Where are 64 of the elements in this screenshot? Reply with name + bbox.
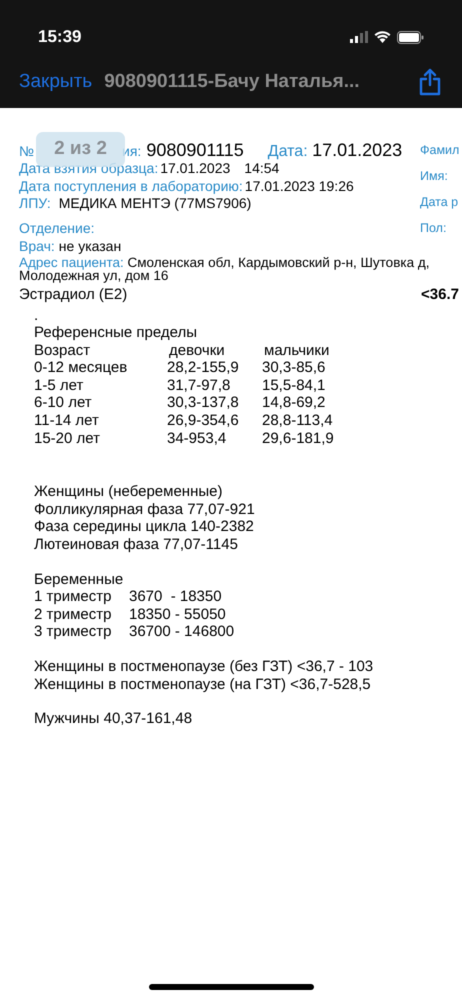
order-label-end: ия:: [122, 143, 142, 160]
table-cell-text: 2 триместр: [34, 606, 112, 624]
date-value: 17.01.2023: [312, 142, 402, 159]
wifi-icon: [374, 31, 391, 43]
battery-icon: [397, 30, 424, 44]
table-cell-text: 3670 - 18350: [129, 588, 223, 606]
table-cell-text: 29,6-181,9: [262, 430, 335, 448]
table-cell-text: 28,8-113,4: [262, 412, 334, 430]
table-cell-text: 31,7-97,8: [167, 376, 232, 394]
page-indicator: 2 из 2: [36, 132, 125, 167]
status-time: 15:39: [38, 26, 82, 48]
share-button[interactable]: [417, 67, 443, 97]
patient-address: Адрес пациента: Смоленская обл, Кардымовский р-н, Шутовка д, Молодежная ул, дом 16: [19, 255, 430, 283]
table-cell-text: 28,2-155,9: [167, 359, 240, 377]
test-name: Эстрадиол (Е2): [19, 285, 128, 305]
table-cell-text: 1 триместр: [34, 588, 112, 606]
doctor-label: Врач:: [19, 238, 55, 255]
date-label: Дата:: [268, 143, 309, 160]
patient-field-label: Фамил: [420, 142, 460, 159]
reference-title: Референсные пределы: [34, 324, 198, 342]
column-header: Возраст: [34, 342, 92, 360]
sample-date: 17.01.2023: [160, 160, 230, 177]
table-cell-text: 30,3-85,6: [262, 359, 326, 377]
column-header: мальчики: [263, 342, 330, 360]
patient-field-label: Дата р: [420, 194, 460, 211]
table-cell-text: 15,5-84,1: [262, 376, 326, 394]
lpu-label: ЛПУ:: [19, 195, 51, 212]
reference-line: Лютеиновая фаза 77,07-1145: [34, 536, 239, 554]
table-cell-text: 14,8-69,2: [262, 394, 326, 412]
department-label: Отделение:: [19, 220, 95, 236]
lab-date-label: Дата поступления в лабораторию:: [19, 178, 243, 195]
order-label-start: №: [19, 143, 34, 160]
table-cell-text: 34-953,4: [167, 430, 228, 448]
table-cell-text: 36700 - 146800: [129, 623, 236, 641]
reference-line: Фаза середины цикла 140-2382: [34, 518, 255, 536]
reference-line: Мужчины 40,37-161,48: [34, 710, 194, 728]
table-cell-text: 30,3-137,8: [167, 394, 240, 412]
lpu-value: МЕДИКА МЕНТЭ (77MS7906): [58, 195, 252, 212]
test-result: <36.7: [421, 285, 459, 305]
column-header: девочки: [168, 342, 226, 360]
signal-icon: [350, 31, 368, 43]
table-cell-text: 0-12 месяцев: [34, 359, 128, 377]
document-title: 9080901115-Бачу Наталья...: [104, 70, 361, 94]
table-cell-text: 11-14 лет: [34, 412, 100, 430]
close-button[interactable]: Закрыть: [19, 68, 92, 96]
reference-line: Женщины (небеременные): [34, 483, 224, 501]
patient-field-label: Пол:: [420, 220, 448, 237]
table-cell-text: 15-20 лет: [34, 430, 101, 448]
doctor-value: не указан: [58, 238, 122, 255]
table-cell-text: 6-10 лет: [34, 394, 93, 412]
reference-line: Женщины в постменопаузе (без ГЗТ) <36,7 - 103: [34, 658, 374, 676]
dot-mark: .: [34, 306, 40, 324]
table-cell-text: 1-5 лет: [34, 376, 84, 394]
table-cell-text: 3 триместр: [34, 623, 112, 641]
lab-date: 17.01.2023 19:26: [244, 178, 354, 195]
order-number: 9080901115: [145, 142, 244, 159]
patient-field-label: Имя:: [420, 168, 449, 185]
reference-line: Женщины в постменопаузе (на ГЗТ) <36,7-528,5: [34, 676, 372, 694]
reference-line: Беременные: [34, 570, 124, 588]
share-icon: [419, 68, 441, 96]
table-cell-text: 26,9-354,6: [167, 412, 240, 430]
reference-line: Фолликулярная фаза 77,07-921: [34, 500, 256, 518]
table-cell-text: 18350 - 55050: [129, 606, 227, 624]
sample-time: 14:54: [244, 160, 280, 177]
